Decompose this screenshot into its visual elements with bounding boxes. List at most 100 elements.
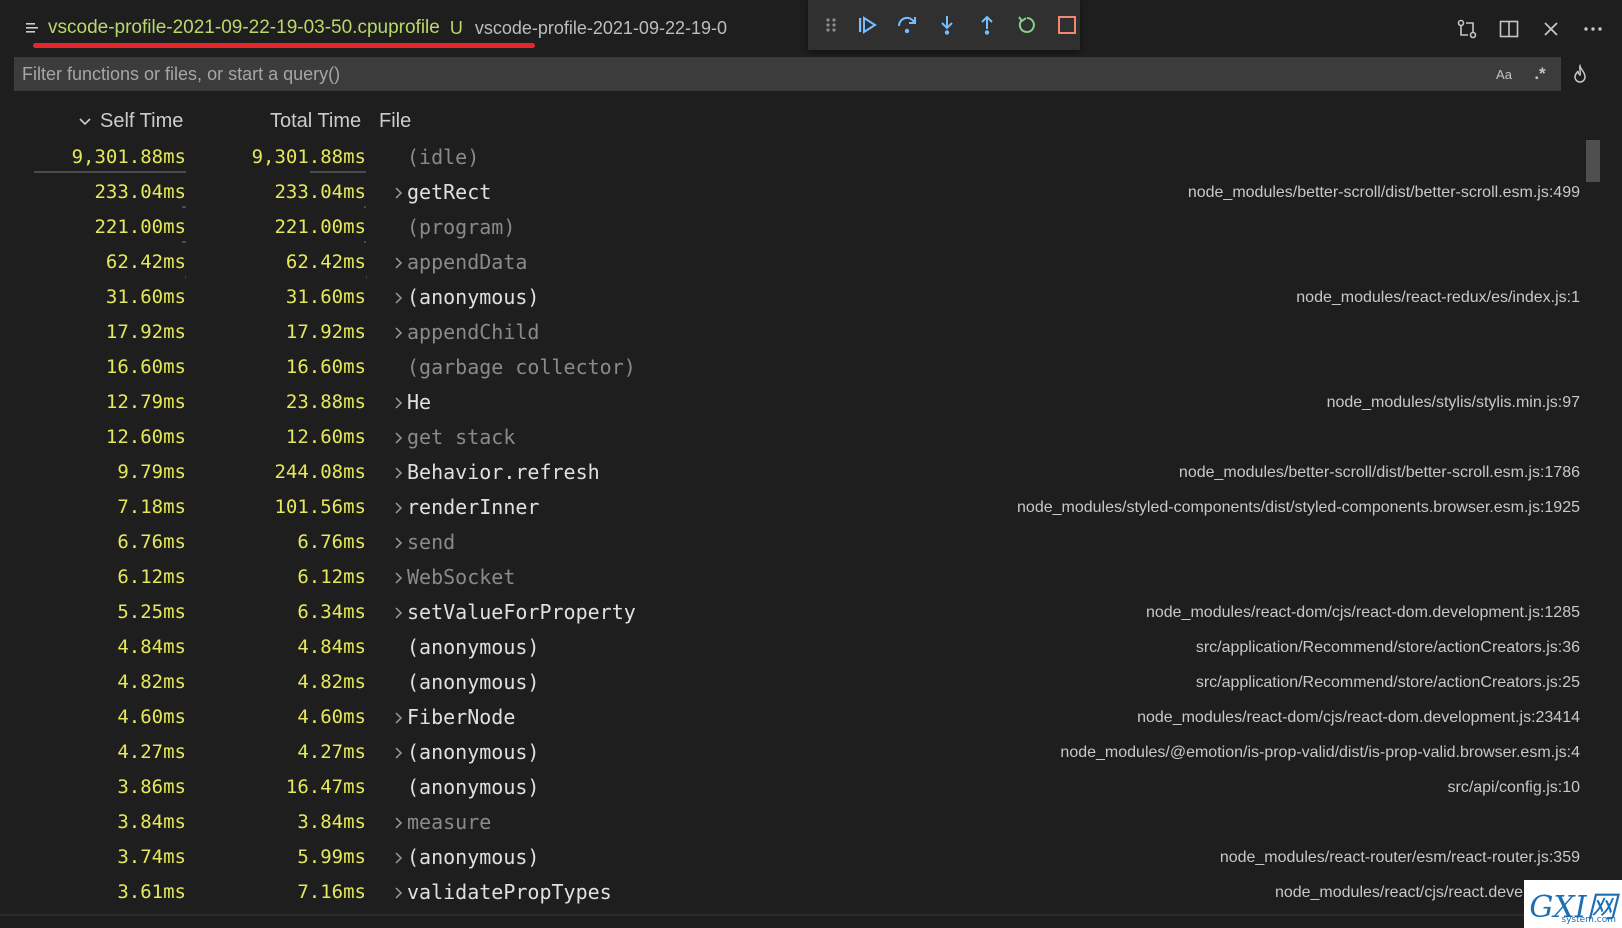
table-row[interactable]: 4.82ms 4.82ms (anonymous) src/application/R… bbox=[0, 665, 1622, 700]
chevron-right-icon[interactable] bbox=[391, 709, 405, 727]
chevron-right-icon[interactable] bbox=[391, 884, 405, 902]
table-row[interactable]: 16.60ms 16.60ms (garbage collector) bbox=[0, 350, 1622, 385]
chevron-right-icon[interactable] bbox=[391, 499, 405, 517]
column-header-self-time-label: Self Time bbox=[100, 110, 184, 132]
total-time-cell: 4.60ms bbox=[297, 706, 366, 728]
table-row[interactable]: 3.61ms 7.16ms validatePropTypes node_module… bbox=[0, 875, 1622, 910]
chevron-right-icon[interactable] bbox=[391, 289, 405, 307]
table-row[interactable]: 6.12ms 6.12ms WebSocket bbox=[0, 560, 1622, 595]
file-location-link[interactable]: node_modules/react-router/esm/react-rout… bbox=[1220, 840, 1580, 875]
self-time-cell: 4.60ms bbox=[117, 706, 186, 728]
table-row[interactable]: 5.25ms 6.34ms setValueForProperty node_modu… bbox=[0, 595, 1622, 630]
total-time-cell: 221.00ms bbox=[274, 216, 366, 238]
table-row[interactable]: 3.84ms 3.84ms measure bbox=[0, 805, 1622, 840]
total-time-cell: 16.47ms bbox=[285, 776, 366, 798]
gripper-icon[interactable] bbox=[824, 14, 838, 36]
file-location-link[interactable]: src/api/config.js:10 bbox=[1447, 770, 1580, 805]
step-into-icon[interactable] bbox=[936, 14, 958, 36]
function-name-cell: (anonymous) bbox=[407, 845, 540, 869]
continue-icon[interactable] bbox=[856, 14, 878, 36]
table-row[interactable]: 4.27ms 4.27ms (anonymous) node_modules/@emo… bbox=[0, 735, 1622, 770]
chevron-right-icon[interactable] bbox=[391, 324, 405, 342]
match-case-toggle[interactable]: Aa bbox=[1489, 61, 1519, 87]
compare-changes-icon[interactable] bbox=[1456, 18, 1478, 40]
split-editor-icon[interactable] bbox=[1498, 18, 1520, 40]
close-icon[interactable] bbox=[1540, 18, 1562, 40]
flame-icon[interactable] bbox=[1568, 60, 1592, 88]
table-row[interactable]: 221.00ms 221.00ms (program) bbox=[0, 210, 1622, 245]
file-location-link[interactable]: node_modules/styled-components/dist/styl… bbox=[1017, 490, 1580, 525]
scrollbar-thumb[interactable] bbox=[1586, 140, 1600, 182]
file-location-link[interactable]: node_modules/@emotion/is-prop-valid/dist… bbox=[1060, 735, 1580, 770]
table-row[interactable]: 3.74ms 5.99ms (anonymous) node_modules/reac… bbox=[0, 840, 1622, 875]
total-time-cell: 12.60ms bbox=[285, 426, 366, 448]
chevron-right-icon[interactable] bbox=[391, 814, 405, 832]
column-header-file[interactable]: File bbox=[379, 110, 411, 133]
filter-input[interactable] bbox=[22, 63, 1489, 85]
table-row[interactable]: 9.79ms 244.08ms Behavior.refresh node_modul… bbox=[0, 455, 1622, 490]
editor-actions bbox=[1456, 14, 1604, 44]
chevron-right-icon[interactable] bbox=[391, 569, 405, 587]
tab-description: vscode-profile-2021-09-22-19-0 bbox=[474, 17, 727, 38]
table-row[interactable]: 12.79ms 23.88ms He node_modules/stylis/styl… bbox=[0, 385, 1622, 420]
function-name-cell: send bbox=[407, 530, 456, 554]
chevron-right-icon[interactable] bbox=[391, 254, 405, 272]
more-actions-icon[interactable] bbox=[1582, 18, 1604, 40]
function-name-cell: setValueForProperty bbox=[407, 600, 636, 624]
table-header: Self Time Total Time File bbox=[0, 104, 1622, 138]
column-header-total-time[interactable]: Total Time bbox=[270, 110, 361, 133]
total-time-cell: 31.60ms bbox=[285, 286, 366, 308]
file-location-link[interactable]: node_modules/better-scroll/dist/better-s… bbox=[1188, 175, 1580, 210]
table-row[interactable]: 6.76ms 6.76ms send bbox=[0, 525, 1622, 560]
chevron-right-icon[interactable] bbox=[391, 429, 405, 447]
total-time-cell: 23.88ms bbox=[285, 391, 366, 413]
regex-toggle[interactable]: .* bbox=[1525, 61, 1555, 87]
total-time-cell: 5.99ms bbox=[297, 846, 366, 868]
table-row[interactable]: 4.60ms 4.60ms FiberNode node_modules/react-… bbox=[0, 700, 1622, 735]
function-name-cell: measure bbox=[407, 810, 492, 834]
table-row[interactable]: 233.04ms 233.04ms getRect node_modules/bett… bbox=[0, 175, 1622, 210]
chevron-right-icon[interactable] bbox=[391, 744, 405, 762]
table-row[interactable]: 17.92ms 17.92ms appendChild bbox=[0, 315, 1622, 350]
restart-icon[interactable] bbox=[1016, 14, 1038, 36]
file-location-link[interactable]: src/application/Recommend/store/actionCr… bbox=[1196, 630, 1580, 665]
self-time-cell: 6.76ms bbox=[117, 531, 186, 553]
step-over-icon[interactable] bbox=[896, 14, 918, 36]
self-time-cell: 6.12ms bbox=[117, 566, 186, 588]
function-name-cell: He bbox=[407, 390, 432, 414]
table-row[interactable]: 31.60ms 31.60ms (anonymous) node_modules/re… bbox=[0, 280, 1622, 315]
self-time-cell: 3.86ms bbox=[117, 776, 186, 798]
file-location-link[interactable]: node_modules/react-dom/cjs/react-dom.dev… bbox=[1146, 595, 1580, 630]
function-name-cell: (idle) bbox=[407, 145, 480, 169]
self-time-cell: 4.82ms bbox=[117, 671, 186, 693]
chevron-right-icon[interactable] bbox=[391, 604, 405, 622]
chevron-right-icon[interactable] bbox=[391, 464, 405, 482]
chevron-right-icon[interactable] bbox=[391, 849, 405, 867]
chevron-right-icon[interactable] bbox=[391, 184, 405, 202]
step-out-icon[interactable] bbox=[976, 14, 998, 36]
red-underline-annotation bbox=[33, 43, 535, 48]
file-location-link[interactable]: node_modules/better-scroll/dist/better-s… bbox=[1179, 455, 1580, 490]
table-row[interactable]: 9,301.88ms 9,301.88ms (idle) bbox=[0, 140, 1622, 175]
stop-icon[interactable] bbox=[1056, 14, 1078, 36]
self-time-cell: 16.60ms bbox=[105, 356, 186, 378]
function-name-cell: getRect bbox=[407, 180, 492, 204]
filter-bar: Aa .* bbox=[14, 57, 1561, 91]
file-location-link[interactable]: node_modules/react-redux/es/index.js:1 bbox=[1296, 280, 1580, 315]
table-row[interactable]: 3.86ms 16.47ms (anonymous) src/api/config.j… bbox=[0, 770, 1622, 805]
self-time-cell: 12.79ms bbox=[105, 391, 186, 413]
file-location-link[interactable]: node_modules/stylis/stylis.min.js:97 bbox=[1327, 385, 1580, 420]
table-row[interactable]: 4.84ms 4.84ms (anonymous) src/application/R… bbox=[0, 630, 1622, 665]
watermark-subtext: system.com bbox=[1561, 915, 1616, 925]
file-location-link[interactable]: node_modules/react-dom/cjs/react-dom.dev… bbox=[1137, 700, 1580, 735]
total-time-cell: 6.12ms bbox=[297, 566, 366, 588]
table-row[interactable]: 7.18ms 101.56ms renderInner node_modules/st… bbox=[0, 490, 1622, 525]
column-header-self-time[interactable]: Self Time bbox=[78, 110, 183, 133]
self-time-cell: 12.60ms bbox=[105, 426, 186, 448]
table-row[interactable]: 12.60ms 12.60ms get stack bbox=[0, 420, 1622, 455]
chevron-right-icon[interactable] bbox=[391, 394, 405, 412]
total-time-cell: 101.56ms bbox=[274, 496, 366, 518]
chevron-right-icon[interactable] bbox=[391, 534, 405, 552]
table-row[interactable]: 62.42ms 62.42ms appendData bbox=[0, 245, 1622, 280]
file-location-link[interactable]: src/application/Recommend/store/actionCr… bbox=[1196, 665, 1580, 700]
